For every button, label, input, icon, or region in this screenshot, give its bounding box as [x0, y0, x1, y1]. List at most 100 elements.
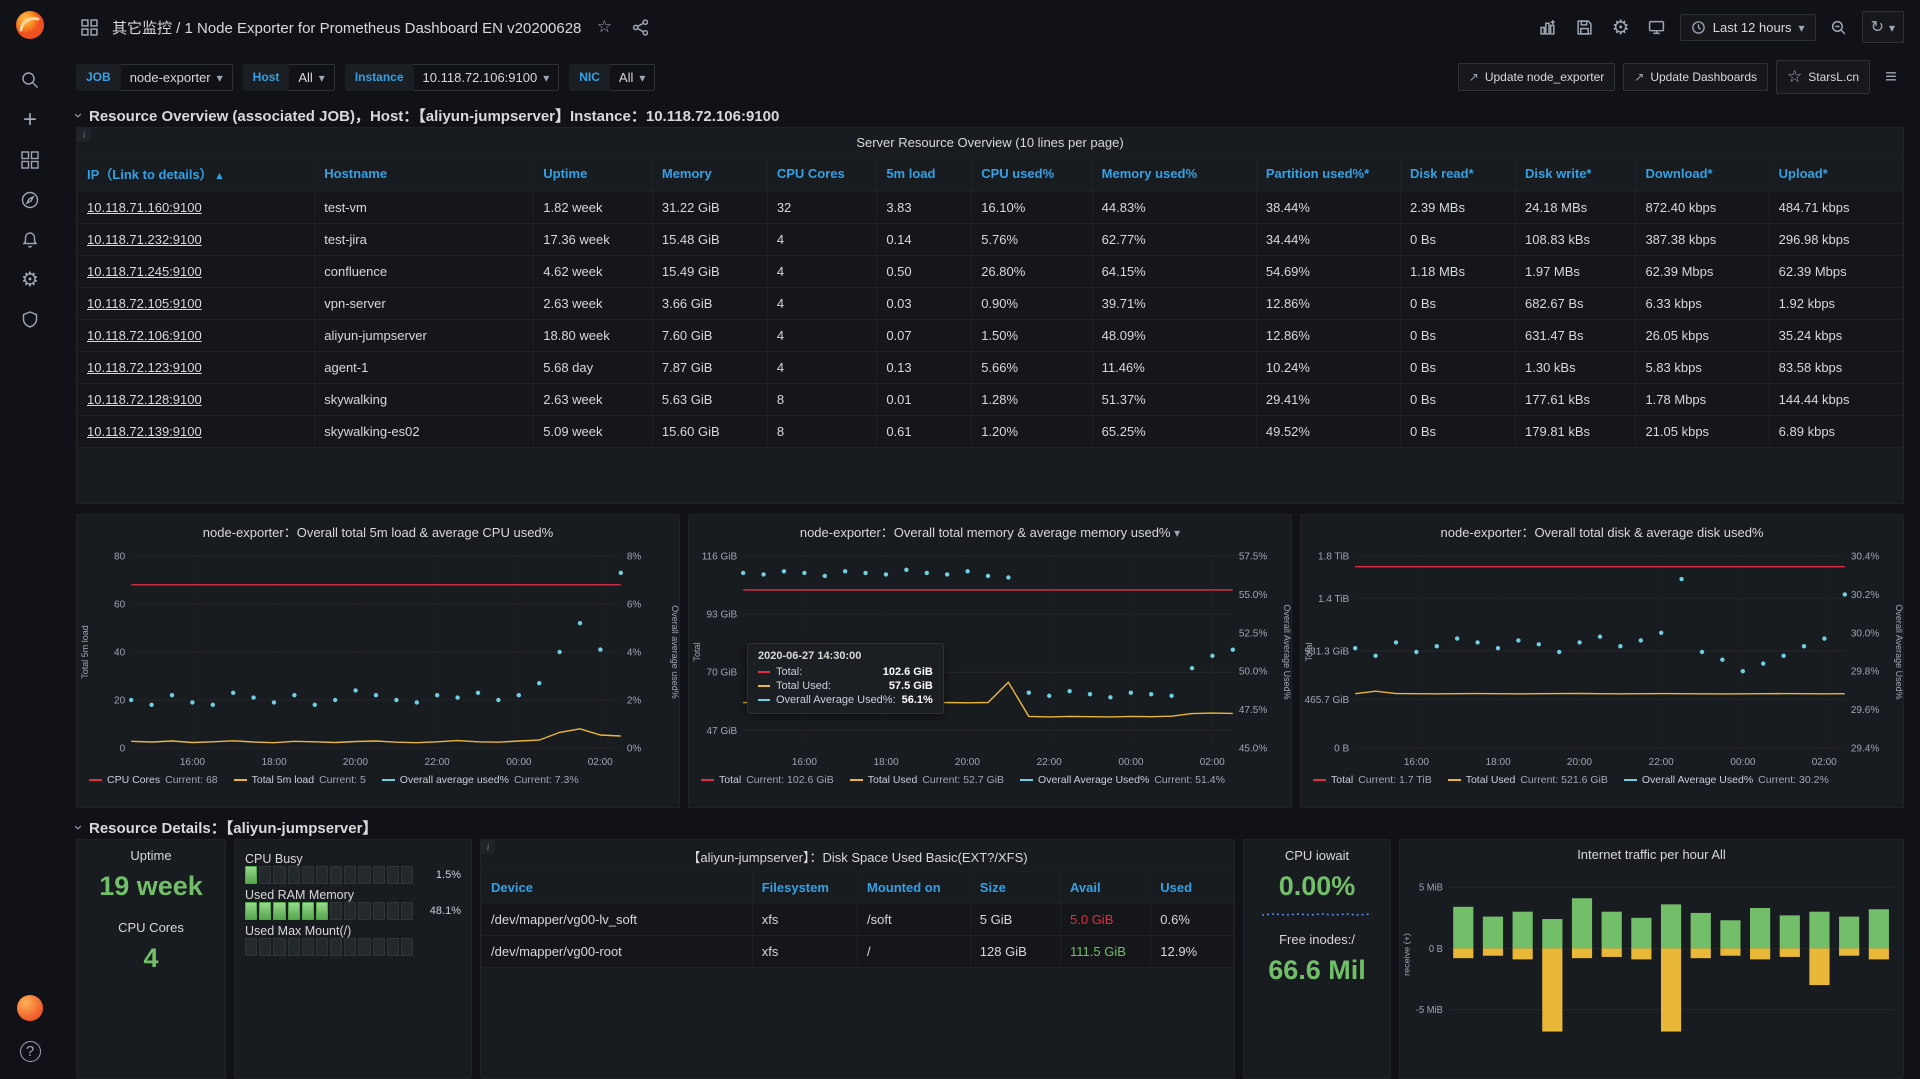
table-cell: 0 Bs — [1401, 352, 1516, 384]
create-icon[interactable] — [10, 100, 50, 140]
server-admin-shield-icon[interactable] — [10, 300, 50, 340]
starsl-link[interactable]: StarsL.cn — [1776, 60, 1870, 94]
column-header[interactable]: Memory — [652, 156, 767, 192]
chart-svg-2[interactable]: 0 B465.7 GiB931.3 GiB1.4 TiB1.8 TiB29.4%… — [1301, 546, 1903, 774]
column-header[interactable]: Uptime — [534, 156, 653, 192]
legend-item[interactable]: TotalCurrent: 1.7 TiB — [1313, 774, 1432, 786]
column-header[interactable]: Hostname — [315, 156, 534, 192]
column-header[interactable]: Mounted on — [857, 872, 970, 904]
disk-space-panel: 【aliyun-jumpserver】：Disk Space Used Basi… — [480, 839, 1235, 1079]
column-header[interactable]: Avail — [1061, 872, 1151, 904]
gauge-cell — [273, 938, 285, 956]
column-header[interactable]: 5m load — [877, 156, 972, 192]
legend-item[interactable]: Overall Average Used%Current: 30.2% — [1624, 774, 1829, 786]
dashboard-settings-icon[interactable] — [1608, 14, 1634, 40]
server-table-title[interactable]: Server Resource Overview (10 lines per p… — [77, 128, 1903, 155]
details-row: Uptime 19 week CPU Cores 4 CPU Busy1.5%U… — [76, 839, 1904, 1079]
disk-table-title[interactable]: 【aliyun-jumpserver】：Disk Space Used Basi… — [481, 840, 1234, 871]
uptime-title[interactable]: Uptime — [77, 840, 225, 865]
ip-link[interactable]: 10.118.72.106:9100 — [78, 320, 315, 352]
star-icon[interactable] — [591, 14, 617, 40]
cycle-view-icon[interactable] — [1644, 14, 1670, 40]
ip-link[interactable]: 10.118.72.128:9100 — [78, 384, 315, 416]
legend-item[interactable]: Total UsedCurrent: 521.6 GiB — [1448, 774, 1608, 786]
legend-color-dash — [1020, 779, 1033, 781]
instance-filter-value[interactable]: 10.118.72.106:9100 — [414, 64, 560, 91]
nic-filter-value[interactable]: All — [610, 64, 655, 91]
job-filter-value[interactable]: node-exporter — [121, 64, 233, 91]
load-cpu-chart-panel: node-exporter：Overall total 5m load & av… — [76, 514, 680, 808]
column-header[interactable]: Download* — [1636, 156, 1769, 192]
column-header[interactable]: Size — [970, 872, 1060, 904]
details-section-header[interactable]: Resource Details：【aliyun-jumpserver】 — [76, 816, 1904, 839]
update-node-exporter-link[interactable]: Update node_exporter — [1458, 63, 1615, 91]
legend-item[interactable]: Total UsedCurrent: 52.7 GiB — [850, 774, 1004, 786]
legend-item[interactable]: CPU CoresCurrent: 68 — [89, 774, 218, 786]
column-header[interactable]: Upload* — [1769, 156, 1902, 192]
add-panel-icon[interactable] — [1536, 14, 1562, 40]
gauge-cell — [259, 938, 271, 956]
column-header[interactable]: IP（Link to details） — [78, 156, 315, 192]
column-header[interactable]: Memory used% — [1092, 156, 1256, 192]
ip-link[interactable]: 10.118.71.232:9100 — [78, 224, 315, 256]
column-header[interactable]: Disk read* — [1401, 156, 1516, 192]
legend-item[interactable]: Total 5m loadCurrent: 5 — [234, 774, 366, 786]
column-header[interactable]: CPU Cores — [767, 156, 876, 192]
column-header[interactable]: Disk write* — [1516, 156, 1636, 192]
refresh-button[interactable] — [1862, 11, 1904, 43]
share-icon[interactable] — [627, 14, 653, 40]
ip-link[interactable]: 10.118.72.123:9100 — [78, 352, 315, 384]
zoom-out-icon[interactable] — [1826, 14, 1852, 40]
breadcrumb[interactable]: 其它监控 / 1 Node Exporter for Prometheus Da… — [112, 17, 581, 38]
explore-icon[interactable] — [10, 180, 50, 220]
column-header[interactable]: Filesystem — [752, 872, 857, 904]
svg-text:18:00: 18:00 — [1486, 757, 1512, 768]
table-cell: 15.49 GiB — [652, 256, 767, 288]
grafana-logo[interactable] — [13, 8, 47, 42]
svg-text:Overall average used%: Overall average used% — [670, 605, 679, 698]
chart-title[interactable]: node-exporter：Overall total disk & avera… — [1301, 515, 1903, 546]
table-cell: 17.36 week — [534, 224, 653, 256]
traffic-svg[interactable]: 5 MiB0 B-5 MiBreceive (+) — [1400, 867, 1903, 1052]
save-dashboard-icon[interactable] — [1572, 14, 1598, 40]
column-header[interactable]: CPU used% — [972, 156, 1092, 192]
legend-item[interactable]: TotalCurrent: 102.6 GiB — [701, 774, 834, 786]
panel-info-icon[interactable] — [481, 840, 495, 854]
configuration-gear-icon[interactable] — [10, 260, 50, 300]
ip-link[interactable]: 10.118.71.245:9100 — [78, 256, 315, 288]
column-header[interactable]: Device — [482, 872, 753, 904]
update-dashboards-link[interactable]: Update Dashboards — [1623, 63, 1768, 91]
legend-item[interactable]: Overall average used%Current: 7.3% — [382, 774, 579, 786]
time-range-picker[interactable]: Last 12 hours — [1680, 14, 1816, 41]
table-row: /dev/mapper/vg00-lv_softxfs/soft5 GiB5.0… — [482, 904, 1234, 936]
user-avatar[interactable] — [17, 995, 43, 1021]
dashboards-icon[interactable] — [10, 140, 50, 180]
search-icon[interactable] — [10, 60, 50, 100]
free-inodes-title[interactable]: Free inodes:/ — [1244, 924, 1390, 949]
svg-text:465.7 GiB: 465.7 GiB — [1305, 695, 1350, 706]
ip-link[interactable]: 10.118.71.160:9100 — [78, 192, 315, 224]
cpu-cores-title[interactable]: CPU Cores — [77, 912, 225, 937]
host-filter-value[interactable]: All — [289, 64, 334, 91]
column-header[interactable]: Used — [1151, 872, 1234, 904]
ip-link[interactable]: 10.118.72.139:9100 — [78, 416, 315, 448]
kiosk-menu-icon[interactable] — [1878, 64, 1904, 90]
panel-info-icon[interactable] — [77, 128, 91, 142]
svg-text:20:00: 20:00 — [955, 757, 981, 768]
table-cell: 1.78 Mbps — [1636, 384, 1769, 416]
table-cell: 2.63 week — [534, 288, 653, 320]
caret-down-icon — [543, 70, 549, 85]
overview-section-header[interactable]: Resource Overview (associated JOB)，Host：… — [76, 104, 1904, 127]
alerting-icon[interactable] — [10, 220, 50, 260]
chart-title[interactable]: node-exporter：Overall total 5m load & av… — [77, 515, 679, 546]
column-header[interactable]: Partition used%* — [1256, 156, 1400, 192]
panel-menu-caret-icon[interactable] — [1174, 525, 1180, 540]
help-icon[interactable] — [10, 1031, 50, 1071]
svg-text:-5 MiB: -5 MiB — [1416, 1005, 1443, 1016]
chart-svg-0[interactable]: 0204060800%2%4%6%8%16:0018:0020:0022:000… — [77, 546, 679, 774]
cpu-iowait-title[interactable]: CPU iowait — [1244, 840, 1390, 865]
traffic-title[interactable]: Internet traffic per hour All — [1400, 840, 1903, 867]
legend-item[interactable]: Overall Average Used%Current: 51.4% — [1020, 774, 1225, 786]
svg-text:70 GiB: 70 GiB — [707, 667, 738, 678]
ip-link[interactable]: 10.118.72.105:9100 — [78, 288, 315, 320]
